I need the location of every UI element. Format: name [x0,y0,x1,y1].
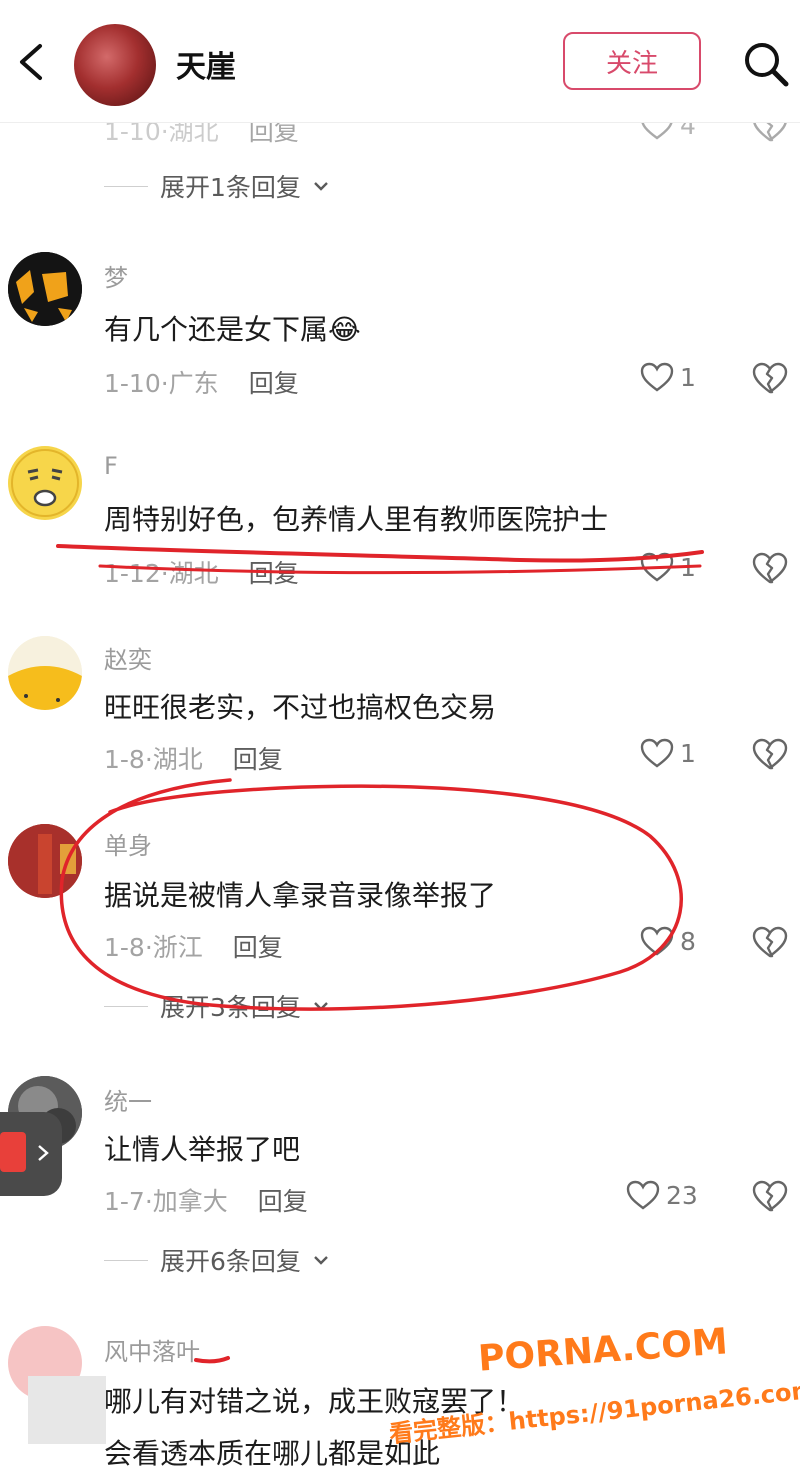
chevron-down-icon [314,182,328,191]
broken-heart-icon [752,362,788,394]
chevron-down-icon [314,1002,328,1011]
profile-avatar[interactable] [74,24,156,106]
comment-username[interactable]: 赵奕 [104,640,152,675]
avatar[interactable] [8,824,82,898]
expand-replies-button[interactable]: 展开6条回复 [104,1242,329,1278]
heart-icon [640,926,674,956]
top-bar: 天崖 关注 [0,0,800,123]
broken-heart-icon [752,552,788,584]
comment-meta: 1-7·加拿大 回复 [104,1187,308,1216]
comment-text: 旺旺很老实，不过也搞权色交易 [104,691,497,724]
dislike-button[interactable] [752,362,788,398]
reply-button[interactable]: 回复 [249,559,299,588]
like-button[interactable]: 1 [640,362,696,392]
reply-button[interactable]: 回复 [249,369,299,398]
comment-username[interactable]: 梦 [104,258,128,293]
expand-replies-button[interactable]: 展开1条回复 [104,168,329,204]
like-count: 23 [666,1180,698,1210]
avatar-image [8,252,82,326]
reply-button[interactable]: 回复 [233,933,283,962]
avatar[interactable] [8,636,82,710]
like-count: 1 [680,738,696,768]
comment-meta: 1-8·湖北 回复 [104,745,283,774]
avatar[interactable] [8,252,82,326]
comment-text: 让情人举报了吧 [104,1133,301,1166]
like-count: 1 [680,552,696,582]
like-count: 1 [680,362,696,392]
comment-meta: 1-12·湖北 回复 [104,559,299,588]
dislike-button[interactable] [752,1180,788,1216]
comment-username[interactable]: 单身 [104,826,152,861]
follow-button[interactable]: 关注 [563,32,701,90]
search-icon [745,43,789,87]
heart-icon [626,1180,660,1210]
like-button[interactable]: 8 [640,926,696,956]
avatar[interactable] [8,446,82,520]
floating-red-packet[interactable] [0,1112,62,1196]
back-button[interactable] [8,38,52,86]
broken-heart-icon [752,926,788,958]
reply-button[interactable]: 回复 [233,745,283,774]
comment-username[interactable]: 风中落叶 [104,1332,200,1367]
blurred-patch [28,1376,106,1444]
like-count: 8 [680,926,696,956]
search-button[interactable] [740,38,794,92]
chevron-down-icon [314,1256,328,1265]
dislike-button[interactable] [752,926,788,962]
comment-text: 有几个还是女下属😂 [104,313,361,346]
heart-icon [640,738,674,768]
chevron-left-icon [20,44,42,80]
red-packet-icon [0,1132,26,1172]
dislike-button[interactable] [752,552,788,588]
reply-button[interactable]: 回复 [258,1187,308,1216]
like-button[interactable]: 1 [640,738,696,768]
comment-username[interactable]: 统一 [104,1082,152,1117]
heart-icon [640,362,674,392]
comment-meta: 1-10·广东 回复 [104,369,299,398]
broken-heart-icon [752,738,788,770]
watermark-line1: PORNA.COM [476,1321,730,1380]
dislike-button[interactable] [752,738,788,774]
avatar-image [8,636,82,710]
avatar-image [8,824,82,898]
chevron-right-icon [38,1145,49,1161]
emoji-face-avatar [11,449,79,517]
page-title: 天崖 [176,50,236,85]
expand-replies-button[interactable]: 展开3条回复 [104,988,329,1024]
comment-text: 据说是被情人拿录音录像举报了 [104,879,497,912]
comment-text: 周特别好色，包养情人里有教师医院护士 [104,503,609,536]
comment-username[interactable]: F [104,452,118,480]
like-button[interactable]: 23 [626,1180,698,1210]
heart-icon [640,552,674,582]
comment-meta: 1-8·浙江 回复 [104,933,283,962]
like-button[interactable]: 1 [640,552,696,582]
broken-heart-icon [752,1180,788,1212]
